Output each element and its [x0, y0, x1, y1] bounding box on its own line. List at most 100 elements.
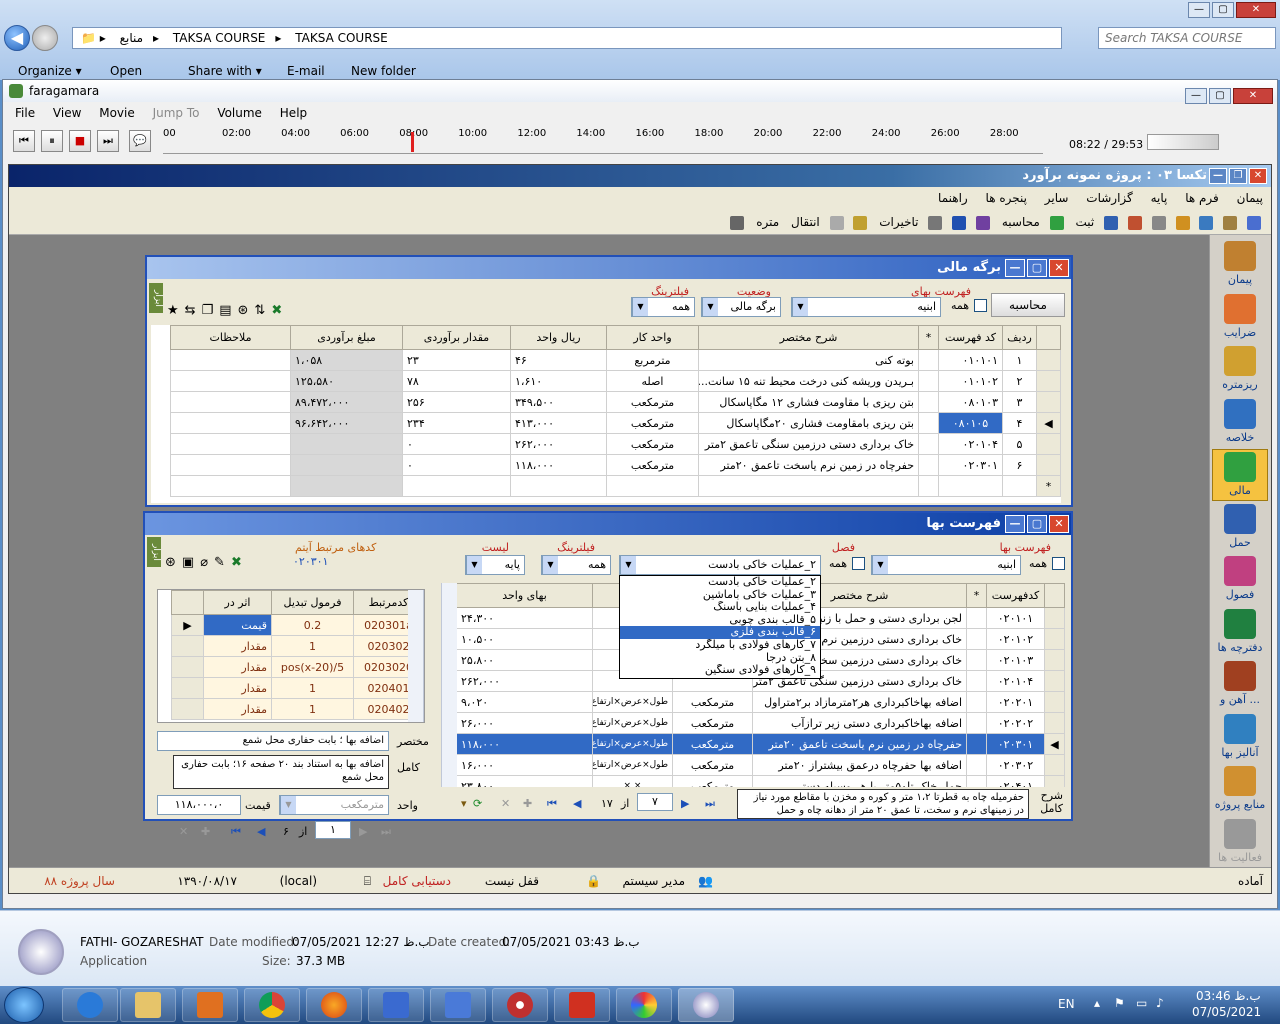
table-cell[interactable]: ۰۱۰۱۰۱	[938, 349, 1003, 371]
minimize-button[interactable]: —	[1209, 168, 1227, 184]
table-cell[interactable]	[606, 475, 699, 497]
close-button[interactable]: ✕	[1249, 168, 1267, 184]
sidebar-item-price-analysis[interactable]: آنالیز بها	[1212, 712, 1268, 764]
column-header[interactable]: ریال واحد	[510, 325, 607, 350]
table-cell[interactable]	[966, 628, 987, 650]
row-indicator[interactable]	[1044, 670, 1065, 692]
table-cell[interactable]: بـریدن وریشه کنی درخت محیط تنه ۱۵ سانت..…	[698, 370, 919, 392]
refresh-icon[interactable]	[1049, 215, 1064, 230]
table-cell[interactable]: مترمکعب	[672, 775, 753, 787]
table-cell[interactable]: حفرچاه در زمین نرم یاسخت تاعمق ۲۰متر	[752, 733, 967, 755]
measure-button[interactable]: متره	[756, 215, 779, 229]
table-cell[interactable]: ۰۲۰۱۰۴	[938, 433, 1003, 455]
table-cell[interactable]	[402, 475, 511, 497]
save-icon[interactable]	[1104, 215, 1119, 230]
sidebar-item-activities[interactable]: فعالیت ها	[1212, 817, 1268, 869]
table-cell[interactable]: ۱۶،۰۰۰	[456, 754, 593, 776]
table-cell[interactable]	[170, 412, 291, 434]
table-cell[interactable]: ۲۳،۸۰۰	[456, 775, 593, 787]
table-cell[interactable]: ۰۲۰۱۰۲	[986, 628, 1045, 650]
table-row[interactable]: ◀ ۰۲۰۳۰۱ حفرچاه در زمین نرم یاسخت تاعمق ۲۰…	[456, 733, 1065, 755]
list-select[interactable]: پایه ▼	[465, 555, 525, 575]
speaker-icon[interactable]: ♪	[1156, 996, 1164, 1010]
table-cell[interactable]: ۳۴۹،۵۰۰	[510, 391, 607, 413]
row-indicator[interactable]	[1044, 649, 1065, 671]
column-header[interactable]: مبلغ برآوردی	[290, 325, 403, 350]
row-indicator[interactable]	[1044, 628, 1065, 650]
table-cell[interactable]	[170, 475, 291, 497]
table-cell[interactable]: ۰۱۰۱۰۲	[938, 370, 1003, 392]
table-cell[interactable]: مترمکعب	[606, 454, 699, 476]
list-icon[interactable]	[928, 215, 943, 230]
chapter-select[interactable]: ۲_عملیات خاکی بادست ▼	[619, 555, 821, 575]
table-cell[interactable]: مترمکعب	[672, 754, 753, 776]
pause-icon[interactable]: ⏸	[41, 130, 63, 152]
current-row-indicator[interactable]: ◀	[1036, 412, 1061, 434]
table-cell[interactable]: مقدار	[203, 698, 272, 720]
back-button[interactable]: ◀	[4, 25, 30, 51]
row-indicator[interactable]	[1036, 454, 1061, 476]
transfer-button[interactable]: انتقال	[791, 215, 820, 229]
row-indicator[interactable]	[1044, 754, 1065, 776]
menu-other[interactable]: سایر	[1045, 191, 1069, 205]
next-record-icon[interactable]: ▶	[681, 793, 689, 815]
column-header[interactable]: اثر در	[203, 590, 272, 615]
maximize-button[interactable]: ▢	[1027, 259, 1047, 277]
table-cell[interactable]: مقدار	[203, 635, 272, 657]
binoculars-icon[interactable]: ⊛	[165, 555, 182, 570]
taskbar-app[interactable]	[430, 988, 486, 1022]
excel-icon[interactable]: ✖	[271, 303, 288, 318]
table-cell[interactable]: 0.2	[271, 614, 354, 636]
table-cell[interactable]	[170, 370, 291, 392]
menu-forms[interactable]: فرم ها	[1185, 191, 1219, 205]
table-cell[interactable]	[170, 454, 291, 476]
table-cell[interactable]	[966, 670, 987, 692]
add-icon[interactable]: ✚	[201, 821, 210, 843]
row-indicator[interactable]	[1044, 775, 1065, 787]
menu-contract[interactable]: پیمان	[1237, 191, 1263, 205]
taskbar-explorer[interactable]	[120, 988, 176, 1022]
table-cell[interactable]: بتن ریزی با مقاومت فشاری ۱۲ مگاپاسکال	[698, 391, 919, 413]
table-cell[interactable]: مقدار	[203, 656, 272, 678]
taskbar-chrome[interactable]	[244, 988, 300, 1022]
table-cell[interactable]: ۰۸۰۱۰۳	[938, 391, 1003, 413]
table-row[interactable]: 0203020 pos(x-20)/5 مقدار	[171, 656, 424, 678]
table-row[interactable]: 020302 1 مقدار	[171, 635, 424, 657]
row-indicator[interactable]	[1044, 691, 1065, 713]
table-cell[interactable]: اضافه بهاخاکبرداری دستی زیر ترازآب	[752, 712, 967, 734]
timeline-ruler[interactable]: 0002:0004:0006:0008:0010:0012:0014:0016:…	[163, 128, 1043, 154]
copy-icon[interactable]: ❐	[202, 303, 220, 318]
last-record-icon[interactable]: ⏭	[705, 793, 715, 815]
table-cell[interactable]: مترمکعب	[606, 391, 699, 413]
table-cell[interactable]: ۰۲۰۳۰۱	[938, 454, 1003, 476]
clock-date[interactable]: 07/05/2021	[1192, 1005, 1261, 1019]
language-indicator[interactable]: EN	[1058, 997, 1075, 1011]
row-indicator[interactable]	[1036, 391, 1061, 413]
table-cell[interactable]: ۹،۰۲۰	[456, 691, 593, 713]
filter-select[interactable]: همه ▼	[631, 297, 695, 317]
sidebar-item-booklets[interactable]: دفترچه ها	[1212, 607, 1268, 659]
table-cell[interactable]	[170, 349, 291, 371]
taskbar-firefox[interactable]	[306, 988, 362, 1022]
table-cell[interactable]: ۱۰،۵۰۰	[456, 628, 593, 650]
open-button[interactable]: Open	[110, 64, 142, 78]
calculate-button[interactable]: محاسبه	[1002, 215, 1040, 229]
full-text-input[interactable]: اضافه بها به استناد بند ۲۰ صفحه ۱۶؛ بابت…	[173, 755, 389, 789]
table-cell[interactable]: مترمکعب	[672, 712, 753, 734]
dropdown-option[interactable]: ۳_عملیات خاکی باماشین	[620, 589, 820, 602]
table-cell[interactable]: ۰۸۰۱۰۵	[938, 412, 1003, 434]
column-header[interactable]: *	[918, 325, 939, 350]
table-cell[interactable]: بوته کنی	[698, 349, 919, 371]
maximize-button[interactable]: ▢	[1209, 88, 1231, 104]
table-cell[interactable]	[966, 754, 987, 776]
comment-icon[interactable]: 💬	[129, 130, 151, 152]
dropdown-option[interactable]: ۶_قالب بندی فلزی	[620, 626, 820, 639]
swap-icon[interactable]: ⇆	[185, 303, 202, 318]
search-input[interactable]: Search TAKSA COURSE	[1098, 27, 1276, 49]
table-cell[interactable]: ۱۱۸،۰۰۰	[456, 733, 593, 755]
cancel-icon[interactable]: ✕	[501, 793, 510, 815]
table-cell[interactable]: 1	[271, 635, 354, 657]
current-row-indicator[interactable]: ◀	[1044, 733, 1065, 755]
table-cell[interactable]	[918, 454, 939, 476]
minimize-button[interactable]: —	[1005, 515, 1025, 533]
